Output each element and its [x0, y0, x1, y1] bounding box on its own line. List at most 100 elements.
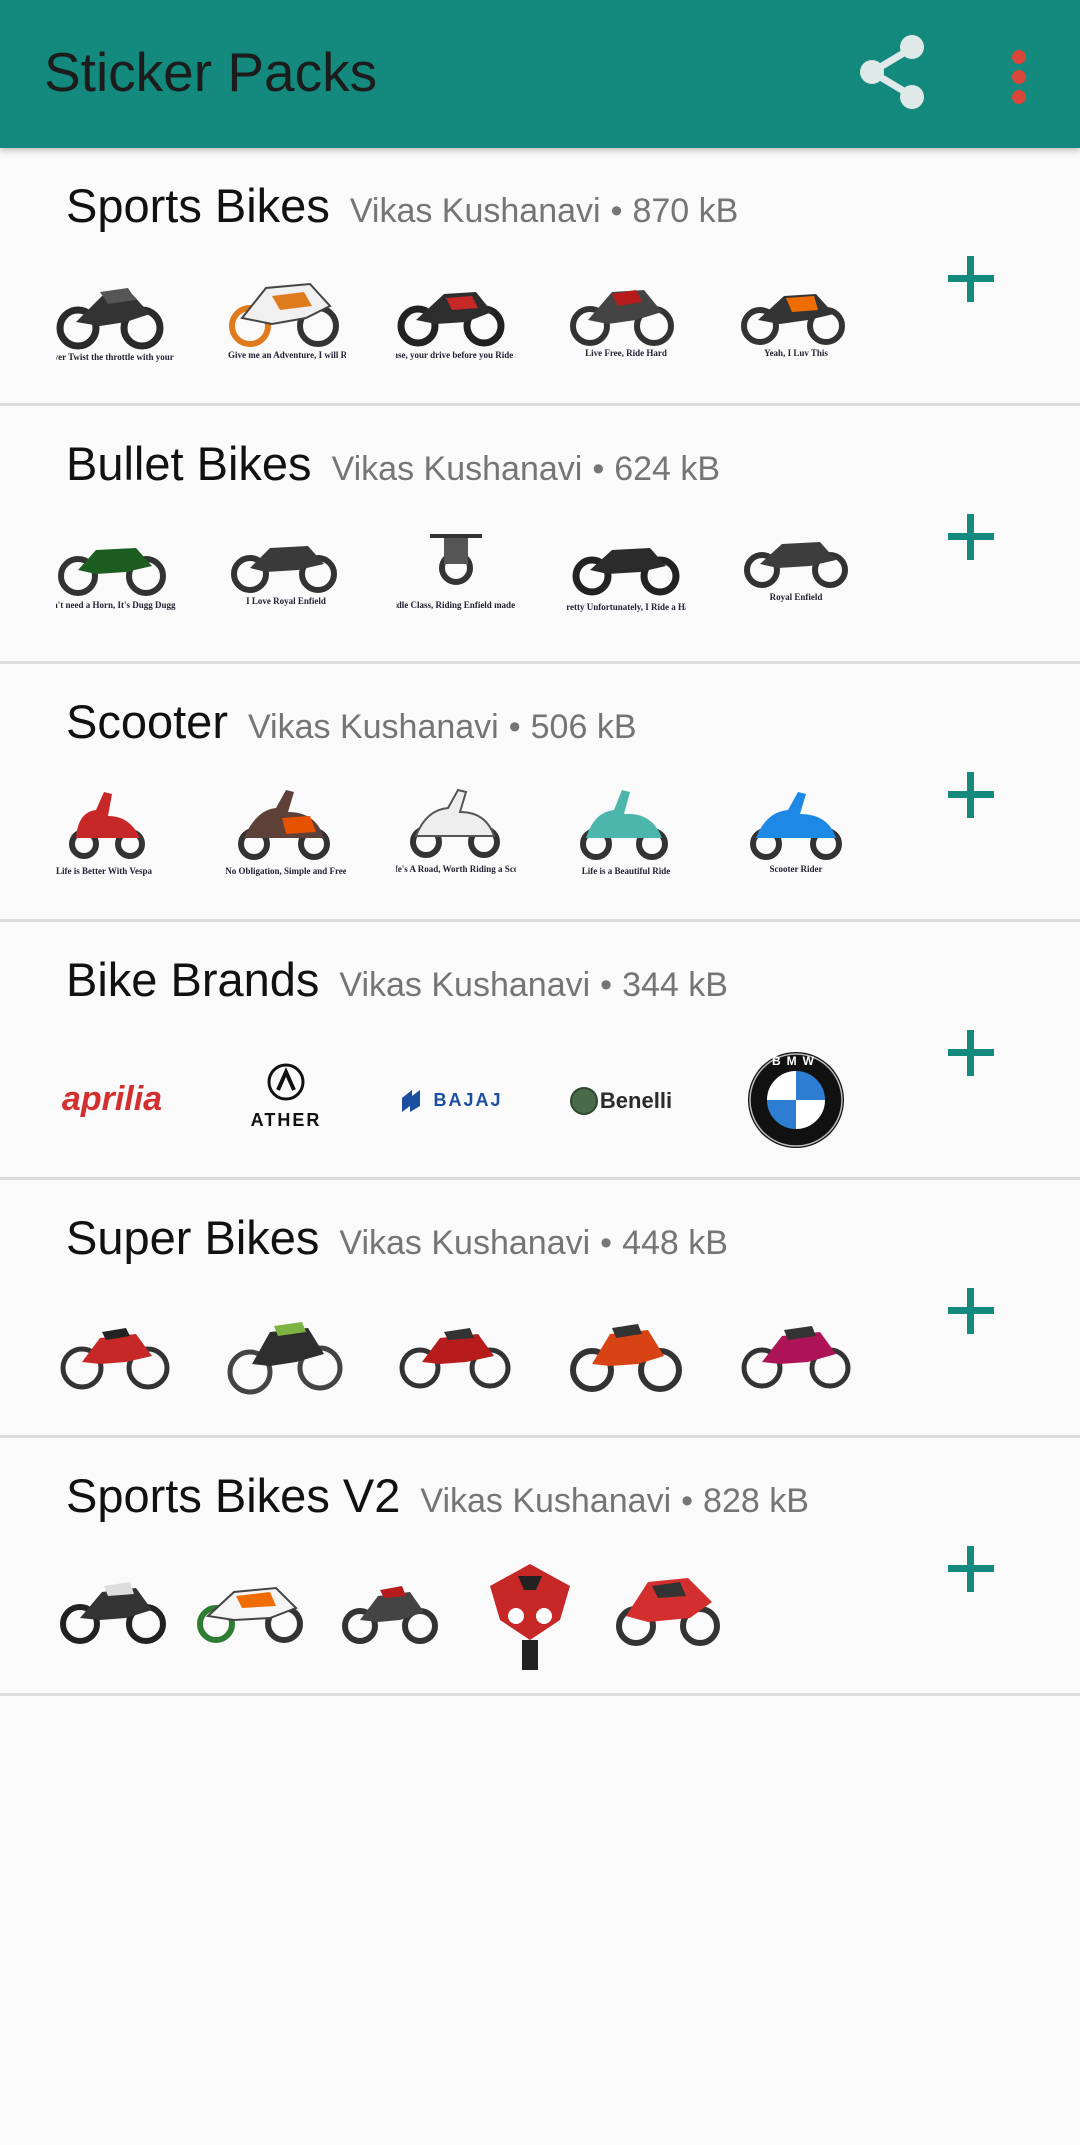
menu-dot: [1012, 50, 1026, 64]
sticker-caption: Life is a Beautiful Ride: [582, 866, 671, 876]
brand-logo-text: ATHER: [251, 1110, 322, 1130]
pack-header: Bullet Bikes Vikas Kushanavi • 624 kB: [66, 436, 720, 491]
meta-separator: •: [681, 1482, 694, 1520]
sticker-caption: Sure, Give me an Adventure, I will Ride …: [226, 350, 346, 360]
sticker-preview-row: Life is Better With Vespa No Obligation,…: [56, 782, 876, 900]
pack-size: 506 kB: [530, 708, 637, 746]
sticker-thumbnail: [566, 1298, 686, 1416]
pack-name: Bullet Bikes: [66, 437, 312, 490]
pack-header: Bike Brands Vikas Kushanavi • 344 kB: [66, 952, 728, 1007]
sticker-thumbnail: BAJAJ: [396, 1040, 516, 1158]
sticker-preview-row: aprilia ATHER BAJAJ Benelli BMW: [56, 1040, 876, 1158]
sticker-pack-row[interactable]: Scooter Vikas Kushanavi • 506 kB Life is Be…: [0, 664, 1080, 922]
sticker-preview-row: Bullet don't need a Horn, It's Dugg Dugg…: [18, 524, 876, 642]
sticker-caption: Bullet don't need a Horn, It's Dugg Dugg…: [56, 600, 176, 610]
pack-name: Bike Brands: [66, 953, 320, 1006]
sticker-thumbnail: Yeah, I Luv This: [736, 266, 856, 384]
pack-meta: Vikas Kushanavi • 624 kB: [332, 450, 721, 488]
pack-name: Sports Bikes V2: [66, 1469, 401, 1522]
meta-separator: •: [508, 708, 521, 746]
sticker-caption: I'm a Pretty Unfortunately, I Ride a Har…: [566, 602, 686, 612]
brand-logo-text: BMW: [772, 1054, 820, 1068]
pack-header: Super Bikes Vikas Kushanavi • 448 kB: [66, 1210, 728, 1265]
sticker-caption: Life's A Road, Worth Riding a Scoot: [396, 864, 516, 874]
meta-separator: •: [600, 1224, 613, 1262]
pack-meta: Vikas Kushanavi • 828 kB: [420, 1482, 809, 1520]
pack-meta: Vikas Kushanavi • 506 kB: [248, 708, 637, 746]
pack-header: Scooter Vikas Kushanavi • 506 kB: [66, 694, 637, 749]
sticker-thumbnail: [226, 1298, 346, 1416]
pack-size: 344 kB: [622, 966, 728, 1004]
sticker-thumbnail: [332, 1556, 452, 1674]
sticker-caption: Please, your drive before you Ride safe: [396, 350, 516, 360]
add-to-whatsapp-button[interactable]: [940, 506, 1002, 568]
sticker-preview-row: Never Twist the throttle with your ego S…: [43, 266, 876, 384]
sticker-caption: Live Free, Ride Hard: [585, 348, 667, 358]
sticker-pack-list: Sports BikesVikas Kushanavi•870 kB Never…: [0, 148, 1080, 1696]
pack-author: Vikas Kushanavi: [339, 1224, 591, 1262]
sticker-caption: I Love Royal Enfield: [246, 596, 326, 606]
sticker-thumbnail: BMW: [736, 1040, 856, 1158]
brand-logo-text: Benelli: [600, 1088, 672, 1113]
sticker-thumbnail: [736, 1298, 856, 1416]
sticker-thumbnail: Bullet don't need a Horn, It's Dugg Dugg…: [18, 524, 214, 642]
sticker-thumbnail: Sure, Give me an Adventure, I will Ride …: [206, 266, 366, 384]
add-to-whatsapp-button[interactable]: [940, 1280, 1002, 1342]
sticker-thumbnail: Royal Enfield: [736, 524, 856, 642]
pack-meta: Vikas Kushanavi • 344 kB: [339, 966, 728, 1004]
sticker-thumbnail: Life is a Beautiful Ride: [566, 782, 686, 900]
add-to-whatsapp-button[interactable]: [940, 1022, 1002, 1084]
pack-author: Vikas Kushanavi: [339, 966, 591, 1004]
sticker-pack-row[interactable]: Super Bikes Vikas Kushanavi • 448 kB: [0, 1180, 1080, 1438]
meta-separator: •: [610, 192, 623, 230]
sticker-pack-row[interactable]: Bullet Bikes Vikas Kushanavi•624 kB Bulle…: [0, 406, 1080, 664]
add-to-whatsapp-button[interactable]: [940, 1538, 1002, 1600]
sticker-caption: Never Twist the throttle with your ego: [56, 352, 176, 362]
brand-logo-text: aprilia: [62, 1080, 162, 1118]
sticker-thumbnail: Born in Middle Class, Riding Enfield mad…: [349, 524, 563, 642]
pack-header: Sports Bikes V2 Vikas Kushanavi • 828 kB: [66, 1468, 809, 1523]
sticker-thumbnail: Life's A Road, Worth Riding a Scoot: [386, 782, 526, 900]
pack-size: 828 kB: [703, 1482, 809, 1520]
sticker-thumbnail: aprilia: [56, 1040, 176, 1158]
meta-separator: •: [592, 450, 605, 488]
add-to-whatsapp-button[interactable]: [940, 764, 1002, 826]
sticker-thumbnail: Never Twist the throttle with your ego: [43, 266, 189, 384]
sticker-thumbnail: Life is Better With Vespa: [56, 782, 176, 900]
brand-logo-text: BAJAJ: [433, 1090, 502, 1110]
sticker-caption: Born in Middle Class, Riding Enfield mad…: [396, 600, 516, 610]
menu-dot: [1012, 70, 1026, 84]
sticker-thumbnail: Scooter Rider: [736, 782, 856, 900]
sticker-caption: Yeah, I Luv This: [764, 348, 828, 358]
sticker-thumbnail: [194, 1556, 314, 1674]
sticker-thumbnail: No Obligation, Simple and Free: [225, 782, 347, 900]
pack-author: Vikas Kushanavi: [349, 192, 601, 230]
sticker-thumbnail: I Love Royal Enfield: [226, 524, 346, 642]
pack-author: Vikas Kushanavi: [331, 450, 583, 488]
pack-author: Vikas Kushanavi: [247, 708, 499, 746]
sticker-caption: Royal Enfield: [770, 592, 823, 602]
sticker-thumbnail: Live Free, Ride Hard: [566, 266, 686, 384]
pack-name: Super Bikes: [66, 1211, 320, 1264]
overflow-menu-icon[interactable]: [1000, 36, 1040, 108]
sticker-thumbnail: [56, 1298, 176, 1416]
sticker-thumbnail: Please, your drive before you Ride safe: [382, 266, 530, 384]
sticker-thumbnail: [608, 1556, 728, 1674]
share-icon[interactable]: [850, 30, 934, 114]
sticker-thumbnail: [56, 1556, 176, 1674]
sticker-caption: Scooter Rider: [769, 864, 822, 874]
sticker-preview-row: [56, 1556, 876, 1674]
sticker-pack-row[interactable]: Sports Bikes Vikas Kushanavi•870 kB Never…: [0, 148, 1080, 406]
add-to-whatsapp-button[interactable]: [940, 248, 1002, 310]
pack-name: Scooter: [66, 695, 228, 748]
pack-author: Vikas Kushanavi: [420, 1482, 672, 1520]
pack-name: Sports Bikes: [66, 179, 330, 232]
meta-separator: •: [600, 966, 613, 1004]
sticker-caption: No Obligation, Simple and Free: [226, 866, 346, 876]
sticker-thumbnail: ATHER: [226, 1040, 346, 1158]
sticker-pack-row[interactable]: Sports Bikes V2 Vikas Kushanavi • 828 kB: [0, 1438, 1080, 1696]
sticker-thumbnail: I'm a Pretty Unfortunately, I Ride a Har…: [538, 524, 714, 642]
app-bar: Sticker Packs: [0, 0, 1080, 148]
pack-size: 448 kB: [622, 1224, 728, 1262]
sticker-pack-row[interactable]: Bike Brands Vikas Kushanavi • 344 kB aprili…: [0, 922, 1080, 1180]
